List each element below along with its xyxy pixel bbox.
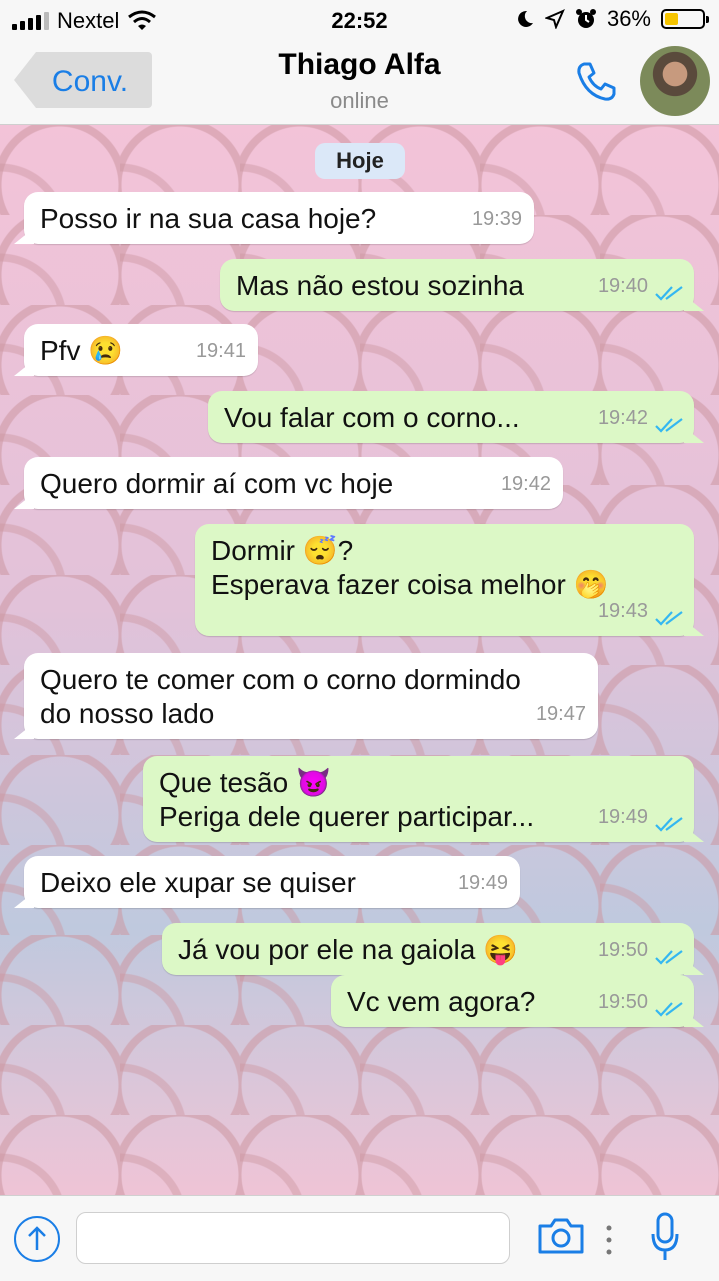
message-time: 19:40 <box>597 275 648 297</box>
message-text: Dormir 😴? Esperava fazer coisa melhor 🤭 <box>211 535 609 600</box>
incoming-message[interactable]: Deixo ele xupar se quiser 19:49 <box>24 856 520 908</box>
message-text: Que tesão 😈 Periga dele querer participa… <box>159 767 535 832</box>
message-text: Mas não estou sozinha <box>236 270 524 301</box>
message-time: 19:42 <box>500 473 551 495</box>
outgoing-message[interactable]: Que tesão 😈 Periga dele querer participa… <box>143 756 694 842</box>
read-receipt-icon <box>655 950 683 965</box>
incoming-message[interactable]: Quero te comer com o corno dormindo do n… <box>24 653 598 739</box>
message-time: 19:49 <box>457 872 508 894</box>
incoming-message[interactable]: Pfv 😢 19:41 <box>24 324 258 376</box>
location-arrow-icon <box>544 9 565 29</box>
message-time: 19:39 <box>471 208 522 230</box>
moon-icon <box>518 10 533 27</box>
outgoing-message[interactable]: Vc vem agora? 19:50 <box>331 975 694 1027</box>
message-text: Vc vem agora? <box>347 986 536 1017</box>
battery-icon <box>661 9 709 29</box>
phone-call-icon[interactable] <box>572 58 620 106</box>
read-receipt-icon <box>655 1002 683 1017</box>
alarm-icon <box>575 9 596 28</box>
battery-percent: 36% <box>606 6 651 31</box>
status-bar: Nextel 22:52 36% <box>0 0 719 40</box>
message-time: 19:50 <box>597 991 648 1013</box>
more-dots-icon[interactable] <box>604 1222 614 1258</box>
read-receipt-icon <box>655 286 683 301</box>
incoming-message[interactable]: Quero dormir aí com vc hoje 19:42 <box>24 457 563 509</box>
contact-avatar[interactable] <box>640 46 710 116</box>
message-text: Posso ir na sua casa hoje? <box>40 203 377 234</box>
message-time: 19:50 <box>597 939 648 961</box>
message-time: 19:41 <box>195 340 246 362</box>
message-text: Deixo ele xupar se quiser <box>40 867 356 898</box>
incoming-message[interactable]: Posso ir na sua casa hoje? 19:39 <box>24 192 534 244</box>
arrow-up-icon <box>28 1226 46 1250</box>
chat-header: Conv. Thiago Alfa online <box>0 40 719 125</box>
message-time: 19:47 <box>535 703 586 725</box>
outgoing-message[interactable]: Mas não estou sozinha 19:40 <box>220 259 694 311</box>
read-receipt-icon <box>655 817 683 832</box>
read-receipt-icon <box>655 418 683 433</box>
outgoing-message[interactable]: Já vou por ele na gaiola 😝 19:50 <box>162 923 694 975</box>
camera-icon[interactable] <box>536 1216 586 1256</box>
message-time: 19:49 <box>597 806 648 828</box>
composer-bar <box>0 1195 719 1281</box>
day-separator: Hoje <box>315 143 405 179</box>
message-time: 19:43 <box>597 600 648 622</box>
message-text: Vou falar com o corno... <box>224 402 520 433</box>
message-text: Quero te comer com o corno dormindo do n… <box>40 664 521 729</box>
microphone-icon[interactable] <box>650 1212 680 1264</box>
message-text: Pfv 😢 <box>40 335 124 366</box>
chat-area[interactable]: Hoje Posso ir na sua casa hoje? 19:39 Mas … <box>0 125 719 1195</box>
read-receipt-icon <box>655 611 683 626</box>
message-text: Quero dormir aí com vc hoje <box>40 468 394 499</box>
message-input[interactable] <box>76 1212 510 1264</box>
outgoing-message[interactable]: Vou falar com o corno... 19:42 <box>208 391 694 443</box>
message-text: Já vou por ele na gaiola 😝 <box>178 934 518 965</box>
outgoing-message[interactable]: Dormir 😴? Esperava fazer coisa melhor 🤭 1… <box>195 524 694 636</box>
attach-button[interactable] <box>14 1216 60 1262</box>
message-time: 19:42 <box>597 407 648 429</box>
status-right: 36% <box>515 6 709 32</box>
